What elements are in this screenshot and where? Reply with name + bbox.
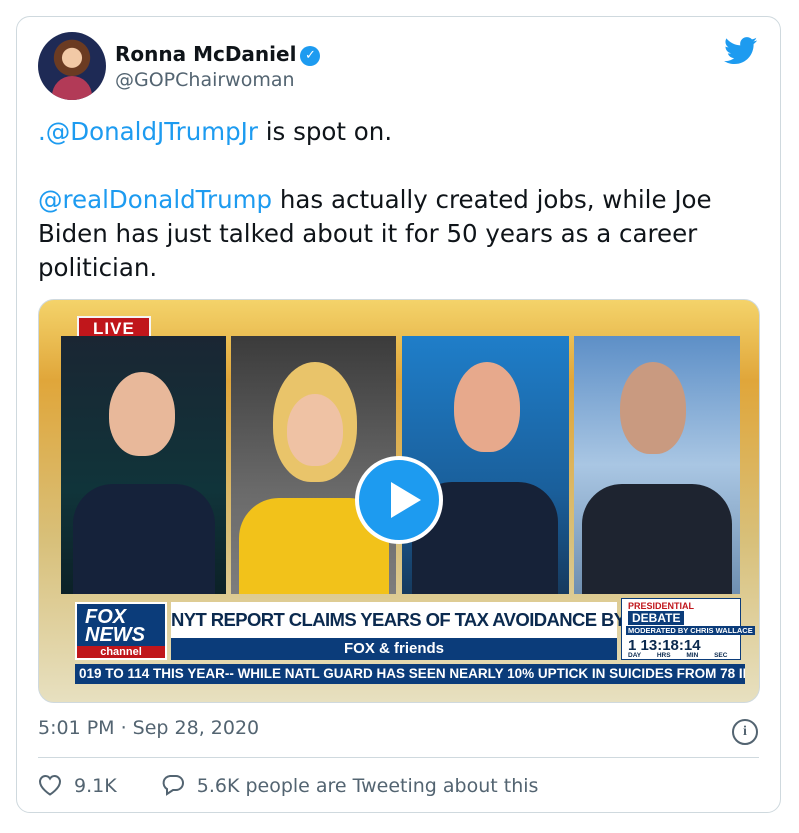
logo-text: NEWS bbox=[85, 624, 145, 646]
video-player[interactable]: LIVE FOX NEWS channel NYT REPORT CLAIMS … bbox=[38, 299, 760, 703]
avatar-figure bbox=[52, 76, 92, 100]
tweet-text: .@DonaldJTrumpJr is spot on. @realDonald… bbox=[38, 115, 758, 285]
tweet-text-span: is spot on. bbox=[257, 117, 393, 146]
verified-badge-icon: ✓ bbox=[300, 46, 321, 66]
author-name[interactable]: Ronna McDaniel ✓ bbox=[115, 42, 321, 66]
debate-top: PRESIDENTIAL bbox=[628, 601, 695, 611]
fox-news-logo: FOX NEWS channel bbox=[75, 602, 167, 660]
show-name: FOX & friends bbox=[171, 638, 617, 660]
reply-button[interactable]: 5.6K people are Tweeting about this bbox=[161, 774, 539, 797]
reply-bubble-icon bbox=[162, 775, 184, 796]
person-head bbox=[109, 372, 175, 456]
debate-units: DAY HRS MIN SEC bbox=[628, 652, 728, 659]
tweeting-count: 5.6K people are Tweeting about this bbox=[196, 775, 539, 797]
heart-icon bbox=[38, 774, 62, 796]
action-bar: 9.1K 5.6K people are Tweeting about this bbox=[38, 774, 538, 797]
tweet-paragraph-2: @realDonaldTrump has actually created jo… bbox=[38, 183, 758, 285]
tweet-paragraph-1: .@DonaldJTrumpJr is spot on. bbox=[38, 115, 758, 149]
divider bbox=[38, 757, 759, 758]
mention-link[interactable]: @realDonaldTrump bbox=[38, 185, 272, 214]
logo-text: channel bbox=[77, 646, 165, 658]
author-name-text[interactable]: Ronna McDaniel bbox=[115, 42, 296, 66]
video-panel-guest bbox=[574, 336, 740, 594]
video-panel-host-3 bbox=[402, 336, 569, 594]
like-button[interactable]: 9.1K bbox=[38, 774, 117, 797]
like-count: 9.1K bbox=[74, 775, 117, 797]
debate-countdown-box: PRESIDENTIAL DEBATE MODERATED BY CHRIS W… bbox=[621, 598, 755, 660]
news-ticker: 019 TO 114 THIS YEAR-- WHILE NATL GUARD … bbox=[75, 664, 745, 684]
person-head bbox=[620, 362, 686, 454]
person-torso bbox=[582, 484, 732, 594]
debate-title: DEBATE bbox=[628, 611, 685, 625]
person-head bbox=[454, 362, 520, 452]
author-handle[interactable]: @GOPChairwoman bbox=[115, 69, 295, 91]
person-face bbox=[287, 394, 343, 466]
tweet-card: Ronna McDaniel ✓ @GOPChairwoman .@DonaldJ… bbox=[16, 16, 781, 813]
chyron-headline: NYT REPORT CLAIMS YEARS OF TAX AVOIDANCE… bbox=[171, 602, 693, 638]
avatar[interactable] bbox=[38, 32, 106, 100]
play-button[interactable] bbox=[355, 456, 443, 544]
twitter-bird-icon[interactable] bbox=[724, 37, 758, 65]
debate-moderator: MODERATED BY CHRIS WALLACE bbox=[626, 626, 755, 635]
video-panel-host-1 bbox=[61, 336, 226, 594]
chyron: FOX NEWS channel NYT REPORT CLAIMS YEARS… bbox=[61, 598, 755, 660]
play-icon bbox=[391, 482, 421, 518]
info-icon[interactable]: i bbox=[732, 719, 758, 745]
person-torso bbox=[73, 484, 215, 594]
timestamp-link[interactable]: 5:01 PM · Sep 28, 2020 bbox=[38, 717, 259, 739]
mention-link[interactable]: .@DonaldJTrumpJr bbox=[38, 117, 258, 146]
